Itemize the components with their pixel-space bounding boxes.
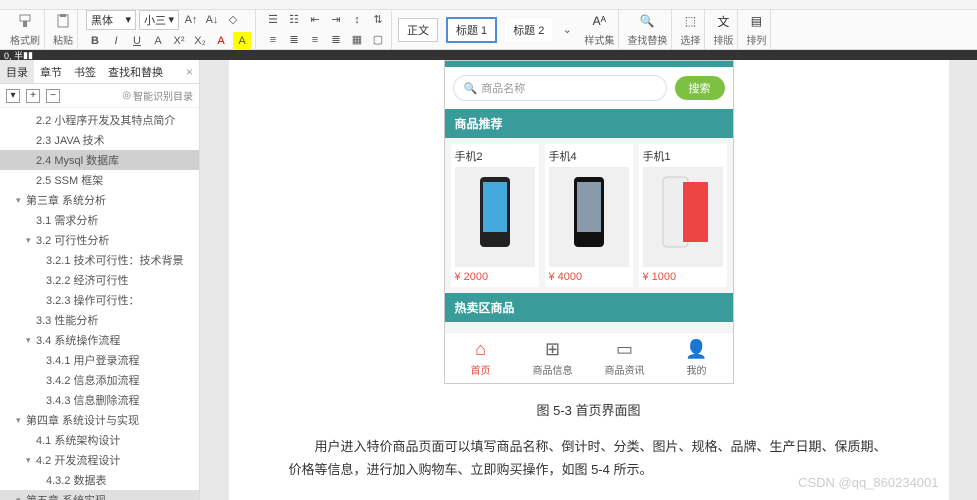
sidebar-tools: ▾ + − ◎ 智能识别目录 [0, 84, 199, 108]
hot-header: 热卖区商品 [445, 293, 733, 322]
expand-button[interactable]: + [26, 89, 40, 103]
nav-tab: ▭商品资讯 [589, 333, 661, 383]
toc-item[interactable]: 3.1 需求分析 [0, 210, 199, 230]
find-replace-button[interactable]: 🔍查找替换 [623, 10, 672, 49]
tab-bookmarks[interactable]: 书签 [68, 60, 102, 83]
search-button: 搜索 [675, 76, 725, 100]
format-painter-button[interactable]: 格式刷 [6, 10, 45, 49]
product-card: 手机2¥ 2000 [451, 144, 539, 287]
toc-item[interactable]: ▾3.2 可行性分析 [0, 230, 199, 250]
product-card: 手机1¥ 1000 [639, 144, 727, 287]
smart-toc-link[interactable]: ◎ 智能识别目录 [122, 88, 193, 103]
menubar [0, 0, 977, 10]
strike-button[interactable]: A [149, 32, 167, 50]
watermark: CSDN @qq_860234001 [798, 475, 938, 490]
sidebar: 目录 章节 书签 查找和替换 × ▾ + − ◎ 智能识别目录 2.2 小程序开… [0, 60, 200, 500]
nav-tab: ⌂首页 [445, 333, 517, 383]
nav-tab: ⊞商品信息 [517, 333, 589, 383]
bold-button[interactable]: B [86, 32, 104, 50]
line-spacing-icon[interactable]: ↕ [348, 11, 366, 29]
tab-toc[interactable]: 目录 [0, 60, 34, 83]
indent-inc-icon[interactable]: ⇥ [327, 11, 345, 29]
align-right-icon[interactable]: ≡ [306, 31, 324, 49]
font-color-button[interactable]: A [212, 32, 230, 50]
toc-item[interactable]: 4.1 系统架构设计 [0, 430, 199, 450]
toc-item[interactable]: ▾第五章 系统实现 [0, 490, 199, 500]
page: 🔍 商品名称 搜索 商品推荐 手机2¥ 2000手机4¥ 4000手机1¥ 10… [229, 60, 949, 500]
ribbon: 格式刷 粘贴 黑体▾ 小三▾ A↑ A↓ ◇ B I U A X² X₂ A A… [0, 10, 977, 50]
decrease-font-icon[interactable]: A↓ [203, 11, 221, 29]
style-expand-icon[interactable]: ⌄ [558, 21, 576, 39]
toc-item[interactable]: 2.2 小程序开发及其特点简介 [0, 110, 199, 130]
underline-button[interactable]: U [128, 32, 146, 50]
indent-dec-icon[interactable]: ⇤ [306, 11, 324, 29]
product-card: 手机4¥ 4000 [545, 144, 633, 287]
paste-icon [54, 12, 72, 30]
search-icon: 🔍 [638, 12, 656, 30]
align-left-icon[interactable]: ≡ [264, 31, 282, 49]
toc-item[interactable]: 3.4.3 信息删除流程 [0, 390, 199, 410]
align-justify-icon[interactable]: ≣ [327, 31, 345, 49]
italic-button[interactable]: I [107, 32, 125, 50]
ruler: 0, 半 ▮▮ [0, 50, 977, 60]
text-icon: 文 [714, 12, 732, 30]
toc-item[interactable]: ▾3.4 系统操作流程 [0, 330, 199, 350]
arrange-button[interactable]: ▤排列 [742, 10, 771, 49]
toc-item[interactable]: 3.4.1 用户登录流程 [0, 350, 199, 370]
increase-font-icon[interactable]: A↑ [182, 11, 200, 29]
paste-button[interactable]: 粘贴 [49, 10, 78, 49]
style-body[interactable]: 正文 [398, 18, 438, 42]
nav-tab: 👤我的 [661, 333, 733, 383]
font-family-select[interactable]: 黑体▾ [86, 10, 136, 30]
toc-item[interactable]: 3.2.2 经济可行性 [0, 270, 199, 290]
style-heading1[interactable]: 标题 1 [446, 17, 497, 43]
align-center-icon[interactable]: ≣ [285, 31, 303, 49]
phone-mockup: 🔍 商品名称 搜索 商品推荐 手机2¥ 2000手机4¥ 4000手机1¥ 10… [444, 60, 734, 384]
sidebar-tabs: 目录 章节 书签 查找和替换 × [0, 60, 199, 84]
search-input: 🔍 商品名称 [453, 75, 667, 101]
document-area[interactable]: 🔍 商品名称 搜索 商品推荐 手机2¥ 2000手机4¥ 4000手机1¥ 10… [200, 60, 977, 500]
text-tools-button[interactable]: 文排版 [709, 10, 738, 49]
cursor-icon: ⬚ [681, 12, 699, 30]
toc-item[interactable]: ▾第四章 系统设计与实现 [0, 410, 199, 430]
toc-item[interactable]: 3.3 性能分析 [0, 310, 199, 330]
sort-icon[interactable]: ⇅ [369, 11, 387, 29]
styles-button[interactable]: Aᴬ样式集 [580, 10, 619, 49]
tab-chapters[interactable]: 章节 [34, 60, 68, 83]
toc-item[interactable]: 2.5 SSM 框架 [0, 170, 199, 190]
toc-item[interactable]: 3.4.2 信息添加流程 [0, 370, 199, 390]
toc-item[interactable]: 3.2.3 操作可行性： [0, 290, 199, 310]
fill-color-icon[interactable]: ▦ [348, 31, 366, 49]
figure-caption: 图 5-3 首页界面图 [289, 400, 889, 419]
toc-item[interactable]: 2.4 Mysql 数据库 [0, 150, 199, 170]
toc-tree: 2.2 小程序开发及其特点简介2.3 JAVA 技术2.4 Mysql 数据库2… [0, 108, 199, 500]
recommend-header: 商品推荐 [445, 109, 733, 138]
close-icon[interactable]: × [186, 65, 193, 79]
clear-format-icon[interactable]: ◇ [224, 11, 242, 29]
collapse-all-icon[interactable]: ▾ [6, 89, 20, 103]
select-button[interactable]: ⬚选择 [676, 10, 705, 49]
highlight-button[interactable]: A [233, 32, 251, 50]
styles-icon: Aᴬ [590, 12, 608, 30]
style-heading2[interactable]: 标题 2 [505, 19, 552, 41]
collapse-button[interactable]: − [46, 89, 60, 103]
tab-find[interactable]: 查找和替换 [102, 60, 169, 83]
toc-item[interactable]: ▾第三章 系统分析 [0, 190, 199, 210]
superscript-button[interactable]: X² [170, 32, 188, 50]
toc-item[interactable]: 2.3 JAVA 技术 [0, 130, 199, 150]
subscript-button[interactable]: X₂ [191, 32, 209, 50]
border-icon[interactable]: ▢ [369, 31, 387, 49]
toc-item[interactable]: 4.3.2 数据表 [0, 470, 199, 490]
toc-item[interactable]: ▾4.2 开发流程设计 [0, 450, 199, 470]
brush-icon [16, 12, 34, 30]
arrange-icon: ▤ [747, 12, 765, 30]
toc-item[interactable]: 3.2.1 技术可行性：技术背景 [0, 250, 199, 270]
font-size-select[interactable]: 小三▾ [139, 10, 179, 30]
bullet-list-icon[interactable]: ☰ [264, 11, 282, 29]
number-list-icon[interactable]: ☷ [285, 11, 303, 29]
